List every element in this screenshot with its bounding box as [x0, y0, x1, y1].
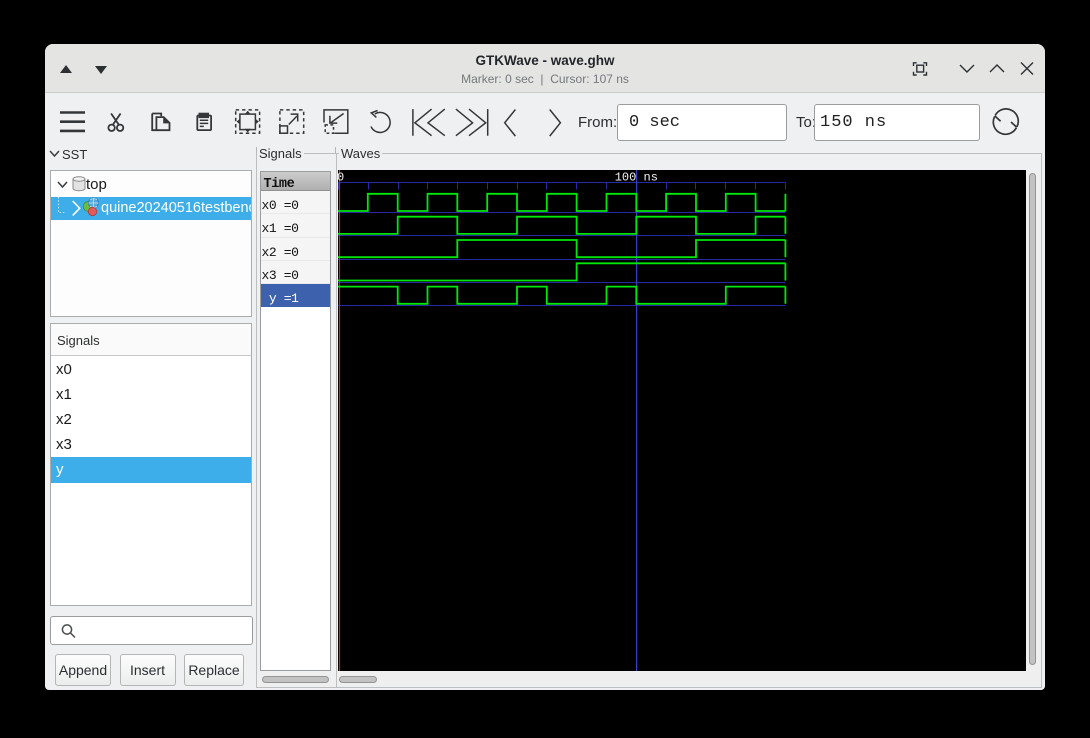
- svg-text:0: 0: [338, 171, 344, 185]
- svg-text:100 ns: 100 ns: [615, 171, 658, 185]
